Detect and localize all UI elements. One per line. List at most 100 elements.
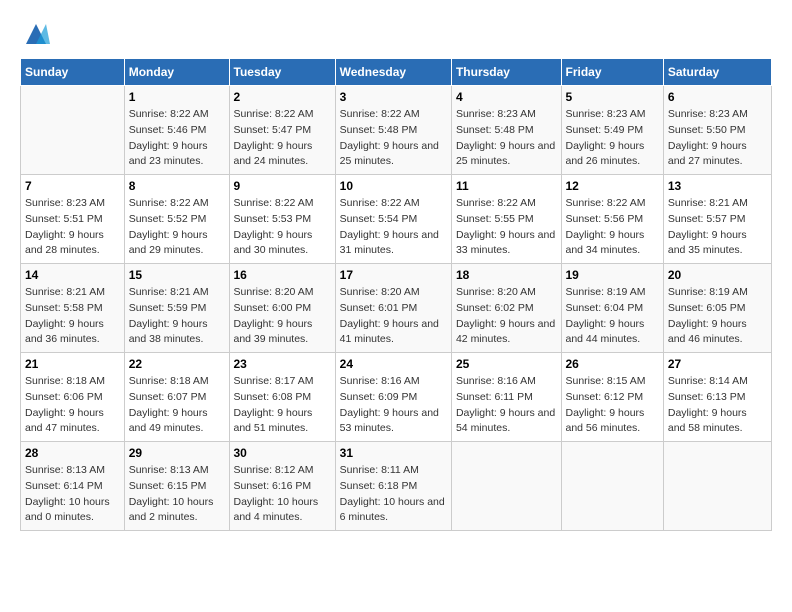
day-info: Sunrise: 8:17 AMSunset: 6:08 PMDaylight:… [234,374,331,437]
calendar-table: SundayMondayTuesdayWednesdayThursdayFrid… [20,58,772,531]
day-info: Sunrise: 8:13 AMSunset: 6:14 PMDaylight:… [25,463,120,526]
calendar-cell: 10Sunrise: 8:22 AMSunset: 5:54 PMDayligh… [335,175,451,264]
day-number: 2 [234,90,331,104]
calendar-cell: 20Sunrise: 8:19 AMSunset: 6:05 PMDayligh… [663,264,771,353]
day-number: 3 [340,90,447,104]
day-number: 13 [668,179,767,193]
day-number: 12 [566,179,659,193]
day-number: 21 [25,357,120,371]
day-info: Sunrise: 8:14 AMSunset: 6:13 PMDaylight:… [668,374,767,437]
calendar-cell: 17 Sunrise: 8:20 AMSunset: 6:01 PMDayligh… [335,264,451,353]
day-number: 30 [234,446,331,460]
calendar-cell: 22 Sunrise: 8:18 AMSunset: 6:07 PMDayligh… [124,353,229,442]
day-number: 18 [456,268,557,282]
day-info: Sunrise: 8:12 AMSunset: 6:16 PMDaylight:… [234,463,331,526]
day-number: 22 [129,357,225,371]
day-number: 4 [456,90,557,104]
day-info: Sunrise: 8:23 AMSunset: 5:48 PMDaylight:… [456,107,557,170]
day-info: Sunrise: 8:22 AMSunset: 5:47 PMDaylight:… [234,107,331,170]
day-number: 11 [456,179,557,193]
calendar-cell [451,442,561,531]
day-info: Sunrise: 8:16 AMSunset: 6:09 PMDaylight:… [340,374,447,437]
calendar-cell [663,442,771,531]
calendar-cell: 2 Sunrise: 8:22 AMSunset: 5:47 PMDaylight… [229,86,335,175]
calendar-cell: 24 Sunrise: 8:16 AMSunset: 6:09 PMDayligh… [335,353,451,442]
day-info: Sunrise: 8:11 AMSunset: 6:18 PMDaylight:… [340,463,447,526]
calendar-cell [561,442,663,531]
day-info: Sunrise: 8:22 AMSunset: 5:48 PMDaylight:… [340,107,447,170]
calendar-header: SundayMondayTuesdayWednesdayThursdayFrid… [21,59,772,86]
calendar-cell: 27 Sunrise: 8:14 AMSunset: 6:13 PMDayligh… [663,353,771,442]
day-info: Sunrise: 8:20 AMSunset: 6:02 PMDaylight:… [456,285,557,348]
header-cell-saturday: Saturday [663,59,771,86]
logo-icon [22,20,50,48]
header-cell-friday: Friday [561,59,663,86]
day-number: 26 [566,357,659,371]
day-number: 28 [25,446,120,460]
calendar-cell: 8Sunrise: 8:22 AMSunset: 5:52 PMDaylight… [124,175,229,264]
day-info: Sunrise: 8:21 AMSunset: 5:58 PMDaylight:… [25,285,120,348]
day-number: 1 [129,90,225,104]
day-info: Sunrise: 8:13 AMSunset: 6:15 PMDaylight:… [129,463,225,526]
day-info: Sunrise: 8:18 AMSunset: 6:07 PMDaylight:… [129,374,225,437]
calendar-cell: 9 Sunrise: 8:22 AMSunset: 5:53 PMDaylight… [229,175,335,264]
header-cell-tuesday: Tuesday [229,59,335,86]
day-number: 23 [234,357,331,371]
calendar-cell: 18 Sunrise: 8:20 AMSunset: 6:02 PMDayligh… [451,264,561,353]
calendar-cell: 25Sunrise: 8:16 AMSunset: 6:11 PMDayligh… [451,353,561,442]
calendar-cell: 4 Sunrise: 8:23 AMSunset: 5:48 PMDaylight… [451,86,561,175]
day-info: Sunrise: 8:22 AMSunset: 5:56 PMDaylight:… [566,196,659,259]
day-number: 15 [129,268,225,282]
calendar-cell: 21 Sunrise: 8:18 AMSunset: 6:06 PMDayligh… [21,353,125,442]
calendar-cell: 16 Sunrise: 8:20 AMSunset: 6:00 PMDayligh… [229,264,335,353]
logo [20,20,50,48]
calendar-cell: 28 Sunrise: 8:13 AMSunset: 6:14 PMDayligh… [21,442,125,531]
calendar-body: 1 Sunrise: 8:22 AMSunset: 5:46 PMDaylight… [21,86,772,531]
header [20,20,772,48]
calendar-cell: 7 Sunrise: 8:23 AMSunset: 5:51 PMDaylight… [21,175,125,264]
day-number: 25 [456,357,557,371]
day-info: Sunrise: 8:23 AMSunset: 5:49 PMDaylight:… [566,107,659,170]
calendar-cell: 26 Sunrise: 8:15 AMSunset: 6:12 PMDayligh… [561,353,663,442]
day-info: Sunrise: 8:15 AMSunset: 6:12 PMDaylight:… [566,374,659,437]
day-info: Sunrise: 8:20 AMSunset: 6:01 PMDaylight:… [340,285,447,348]
day-info: Sunrise: 8:18 AMSunset: 6:06 PMDaylight:… [25,374,120,437]
calendar-cell: 14 Sunrise: 8:21 AMSunset: 5:58 PMDayligh… [21,264,125,353]
week-row-3: 21 Sunrise: 8:18 AMSunset: 6:06 PMDayligh… [21,353,772,442]
day-info: Sunrise: 8:19 AMSunset: 6:04 PMDaylight:… [566,285,659,348]
day-info: Sunrise: 8:23 AMSunset: 5:51 PMDaylight:… [25,196,120,259]
week-row-2: 14 Sunrise: 8:21 AMSunset: 5:58 PMDayligh… [21,264,772,353]
header-row: SundayMondayTuesdayWednesdayThursdayFrid… [21,59,772,86]
day-info: Sunrise: 8:22 AMSunset: 5:55 PMDaylight:… [456,196,557,259]
header-cell-thursday: Thursday [451,59,561,86]
day-info: Sunrise: 8:23 AMSunset: 5:50 PMDaylight:… [668,107,767,170]
day-number: 24 [340,357,447,371]
calendar-cell: 23 Sunrise: 8:17 AMSunset: 6:08 PMDayligh… [229,353,335,442]
day-number: 19 [566,268,659,282]
week-row-0: 1 Sunrise: 8:22 AMSunset: 5:46 PMDaylight… [21,86,772,175]
day-number: 16 [234,268,331,282]
day-number: 7 [25,179,120,193]
day-number: 27 [668,357,767,371]
day-number: 31 [340,446,447,460]
day-number: 8 [129,179,225,193]
day-number: 14 [25,268,120,282]
week-row-4: 28 Sunrise: 8:13 AMSunset: 6:14 PMDayligh… [21,442,772,531]
day-number: 20 [668,268,767,282]
day-info: Sunrise: 8:20 AMSunset: 6:00 PMDaylight:… [234,285,331,348]
day-info: Sunrise: 8:22 AMSunset: 5:54 PMDaylight:… [340,196,447,259]
day-info: Sunrise: 8:22 AMSunset: 5:46 PMDaylight:… [129,107,225,170]
day-info: Sunrise: 8:21 AMSunset: 5:59 PMDaylight:… [129,285,225,348]
day-number: 29 [129,446,225,460]
calendar-cell: 11 Sunrise: 8:22 AMSunset: 5:55 PMDayligh… [451,175,561,264]
day-number: 17 [340,268,447,282]
day-info: Sunrise: 8:22 AMSunset: 5:53 PMDaylight:… [234,196,331,259]
calendar-cell [21,86,125,175]
calendar-cell: 3 Sunrise: 8:22 AMSunset: 5:48 PMDaylight… [335,86,451,175]
calendar-cell: 30 Sunrise: 8:12 AMSunset: 6:16 PMDayligh… [229,442,335,531]
calendar-cell: 19 Sunrise: 8:19 AMSunset: 6:04 PMDayligh… [561,264,663,353]
calendar-cell: 1 Sunrise: 8:22 AMSunset: 5:46 PMDaylight… [124,86,229,175]
calendar-cell: 12 Sunrise: 8:22 AMSunset: 5:56 PMDayligh… [561,175,663,264]
day-number: 9 [234,179,331,193]
day-info: Sunrise: 8:21 AMSunset: 5:57 PMDaylight:… [668,196,767,259]
